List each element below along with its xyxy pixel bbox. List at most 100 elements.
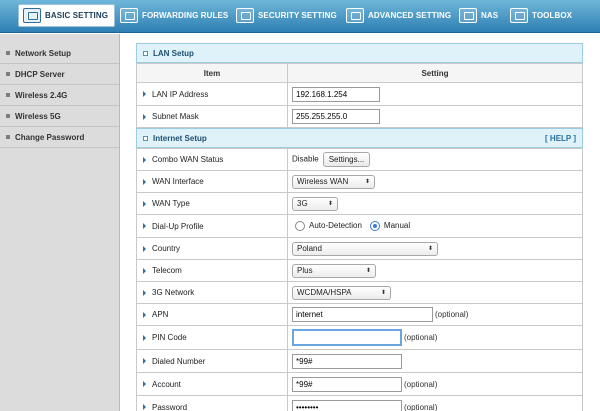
lan-setup-header: LAN Setup — [136, 43, 583, 63]
tab-label: ADVANCED SETTING — [368, 11, 452, 20]
field-label: Subnet Mask — [152, 112, 199, 121]
subnet-row-label: Subnet Mask — [136, 105, 288, 128]
sidebar-item-change-password[interactable]: Change Password — [0, 127, 119, 148]
advanced-icon — [346, 8, 364, 23]
select-value: WCDMA/HSPA — [297, 288, 352, 297]
field-label: Telecom — [152, 266, 182, 275]
arrow-right-icon — [143, 156, 146, 163]
help-link[interactable]: [ HELP ] — [545, 134, 576, 143]
arrow-right-icon — [143, 91, 146, 98]
sidebar-item-label: DHCP Server — [15, 69, 65, 79]
tab-basic-setting[interactable]: BASIC SETTING — [18, 4, 116, 27]
password-input[interactable] — [292, 399, 402, 411]
chevron-updown-icon: ⬍ — [327, 201, 333, 207]
network-row-label: 3G Network — [136, 281, 288, 304]
radio-label: Manual — [383, 221, 411, 231]
arrow-right-icon — [143, 358, 146, 365]
optional-note: (optional) — [404, 402, 438, 411]
account-input[interactable] — [292, 376, 402, 392]
field-label: PIN Code — [152, 333, 187, 342]
field-label: WAN Type — [152, 199, 190, 208]
wan-interface-row-label: WAN Interface — [136, 170, 288, 193]
pin-code-input[interactable] — [292, 329, 402, 346]
select-value: Wireless WAN — [297, 177, 349, 186]
apn-input[interactable] — [292, 307, 433, 322]
bullet-icon — [6, 114, 10, 118]
combo-wan-status-value: Disable — [292, 154, 319, 164]
sidebar-item-wireless-24g[interactable]: Wireless 2.4G — [0, 85, 119, 106]
3g-network-select[interactable]: WCDMA/HSPA ⬍ — [292, 285, 391, 300]
auto-detection-radio[interactable] — [295, 221, 305, 231]
bullet-icon — [6, 93, 10, 97]
main-content: LAN Setup Item Setting LAN IP Address Su… — [136, 43, 583, 411]
field-label: 3G Network — [152, 288, 195, 297]
internet-setup-table: Combo WAN Status Disable Settings... WAN … — [136, 148, 583, 411]
sidebar-item-wireless-5g[interactable]: Wireless 5G — [0, 106, 119, 127]
sidebar-item-network-setup[interactable]: Network Setup — [0, 43, 119, 64]
lan-ip-row-label: LAN IP Address — [136, 82, 288, 106]
section-square-icon — [143, 50, 148, 56]
tab-nas[interactable]: NAS — [459, 4, 498, 27]
arrow-right-icon — [143, 404, 146, 411]
wan-type-select[interactable]: 3G ⬍ — [292, 196, 338, 211]
country-row-label: Country — [136, 237, 288, 260]
section-title: Internet Setup — [153, 133, 207, 143]
pin-row-label: PIN Code — [136, 325, 288, 350]
sidebar-item-dhcp-server[interactable]: DHCP Server — [0, 64, 119, 85]
dialed-number-input[interactable] — [292, 353, 402, 369]
sidebar-item-label: Change Password — [15, 132, 85, 142]
section-square-icon — [143, 135, 148, 141]
tab-label: FORWARDING RULES — [142, 11, 229, 20]
top-navigation: BASIC SETTING FORWARDING RULES SECURITY … — [0, 0, 600, 33]
chevron-updown-icon: ⬍ — [380, 290, 386, 296]
field-label: Account — [152, 379, 181, 389]
tab-label: SECURITY SETTING — [258, 11, 337, 20]
tab-security-setting[interactable]: SECURITY SETTING — [236, 4, 337, 27]
account-row-label: Account — [136, 372, 288, 396]
telecom-row-label: Telecom — [136, 259, 288, 282]
arrow-right-icon — [143, 267, 146, 274]
tab-label: BASIC SETTING — [45, 11, 109, 20]
bullet-icon — [6, 135, 10, 139]
field-label: LAN IP Address — [152, 89, 209, 99]
arrow-right-icon — [143, 200, 146, 207]
subnet-mask-input[interactable] — [292, 109, 380, 124]
arrow-right-icon — [143, 113, 146, 120]
wan-type-row-label: WAN Type — [136, 192, 288, 215]
field-label: APN — [152, 310, 169, 319]
arrow-right-icon — [143, 311, 146, 318]
dialed-row-label: Dialed Number — [136, 349, 288, 373]
tab-advanced-setting[interactable]: ADVANCED SETTING — [346, 4, 451, 27]
internet-setup-header: Internet Setup [ HELP ] — [136, 128, 583, 148]
select-value: 3G — [297, 199, 308, 208]
toolbox-icon — [510, 8, 528, 23]
tab-label: TOOLBOX — [532, 11, 573, 20]
optional-note: (optional) — [404, 333, 438, 342]
lan-setup-table: Item Setting LAN IP Address Subnet Mask — [136, 63, 583, 128]
apn-row-label: APN — [136, 303, 288, 326]
sidebar-item-label: Network Setup — [15, 48, 72, 58]
arrow-right-icon — [143, 334, 146, 341]
field-label: Password — [152, 402, 188, 411]
wan-interface-select[interactable]: Wireless WAN ⬍ — [292, 174, 375, 189]
arrow-right-icon — [143, 381, 146, 388]
settings-button[interactable]: Settings... — [322, 152, 371, 167]
sidebar-item-label: Wireless 5G — [15, 111, 61, 121]
column-header-setting: Setting — [287, 63, 583, 83]
tab-forwarding-rules[interactable]: FORWARDING RULES — [120, 4, 228, 27]
tab-toolbox[interactable]: TOOLBOX — [510, 4, 572, 27]
country-select[interactable]: Poland ⬍ — [292, 241, 438, 256]
optional-note: (optional) — [435, 310, 469, 319]
select-value: Plus — [297, 266, 313, 275]
field-label: WAN Interface — [152, 177, 204, 186]
chevron-updown-icon: ⬍ — [427, 246, 433, 252]
combo-wan-row-label: Combo WAN Status — [136, 148, 288, 171]
radio-label: Auto-Detection — [309, 221, 362, 231]
dialup-row-label: Dial-Up Profile — [136, 214, 288, 238]
lan-ip-input[interactable] — [292, 86, 380, 102]
sidebar-item-label: Wireless 2.4G — [15, 90, 68, 100]
sidebar: Network Setup DHCP Server Wireless 2.4G … — [0, 34, 120, 411]
field-label: Dialed Number — [152, 356, 206, 366]
telecom-select[interactable]: Plus ⬍ — [292, 263, 376, 278]
manual-radio[interactable] — [369, 221, 380, 231]
